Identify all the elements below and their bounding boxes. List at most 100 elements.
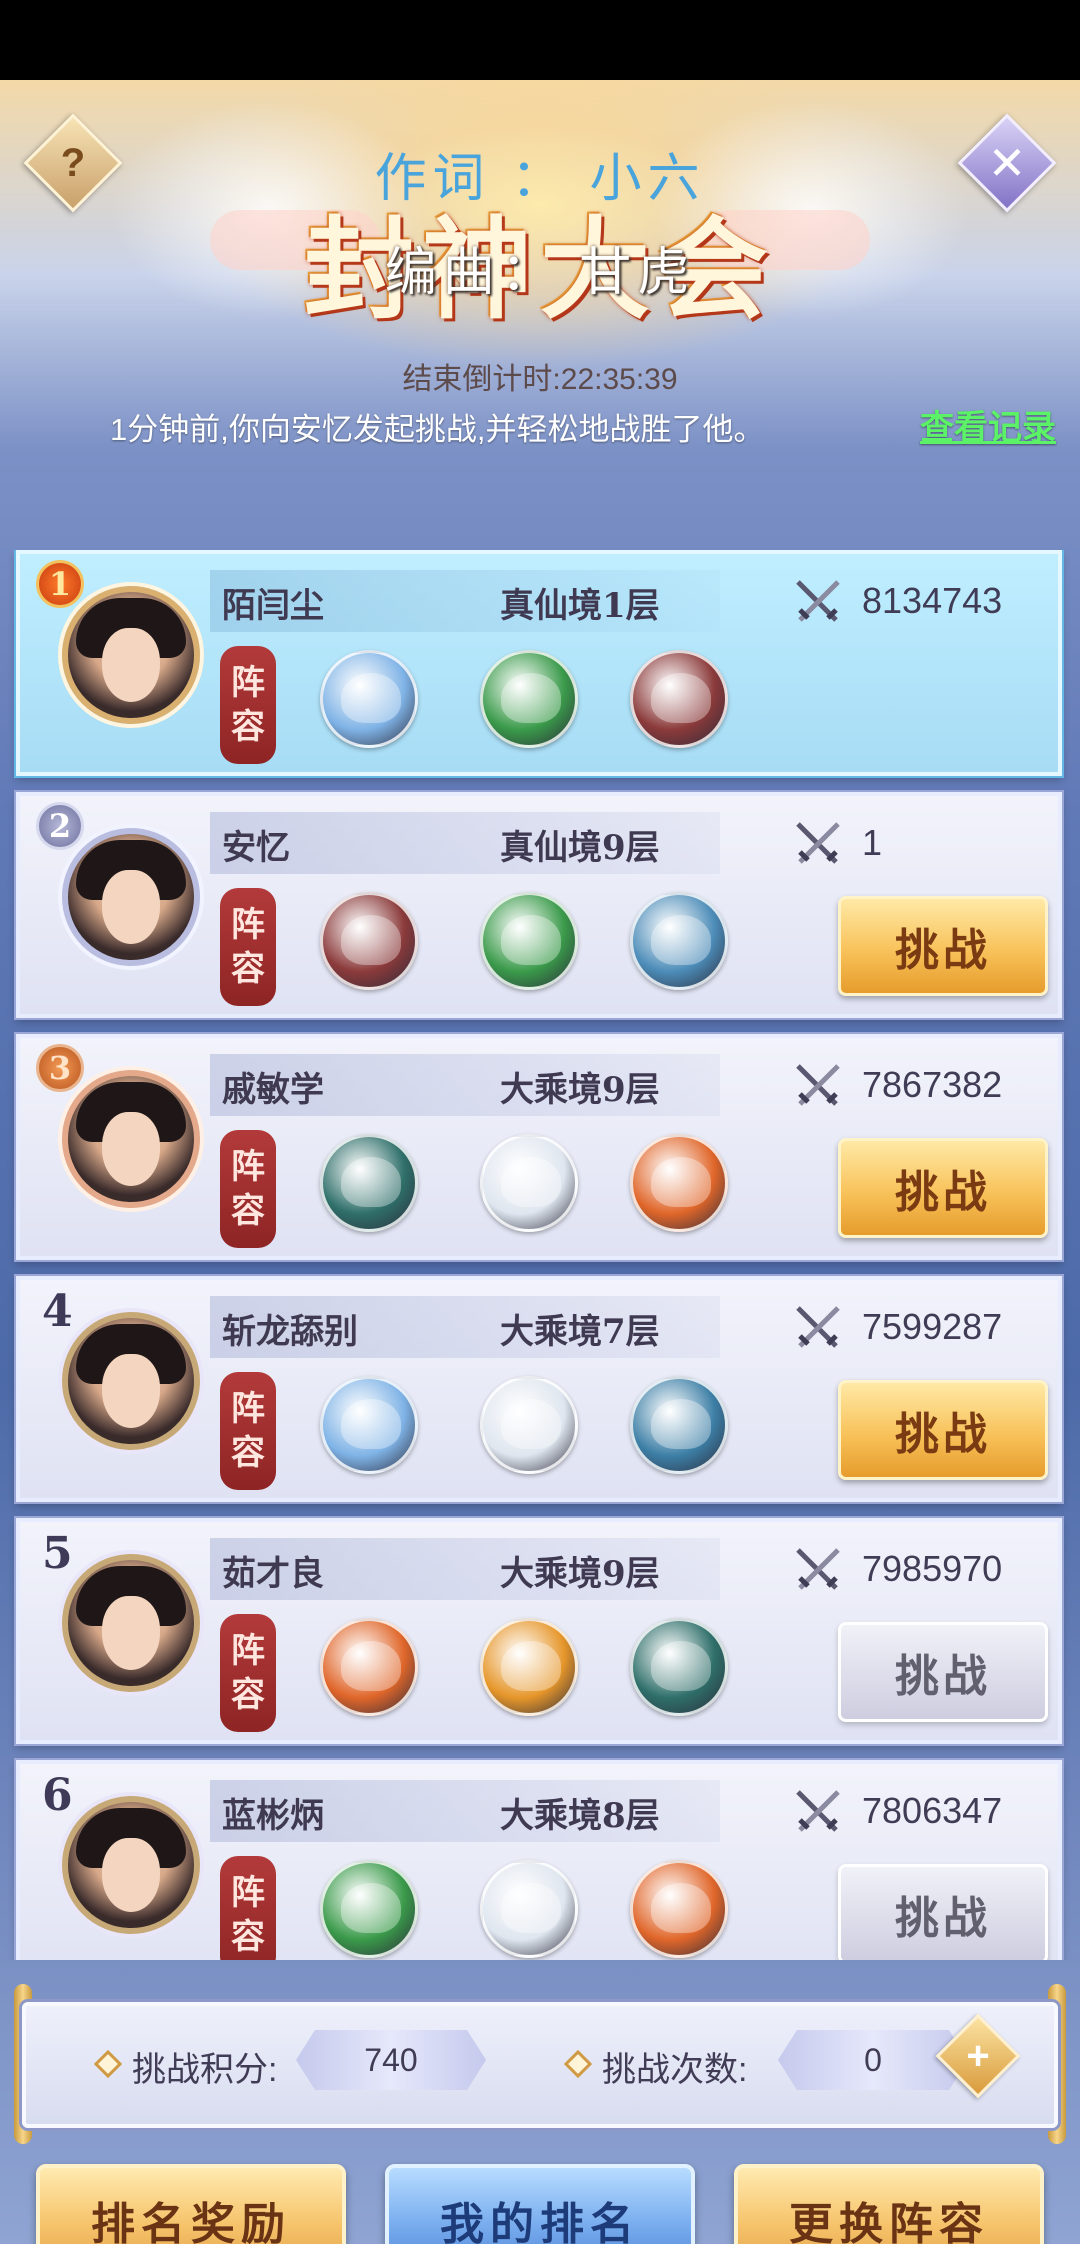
- player-realm: 大乘境9层: [500, 1070, 660, 1110]
- change-lineup-button[interactable]: 更换阵容: [734, 2164, 1044, 2244]
- rank-number: 6: [42, 1770, 73, 1821]
- player-realm: 大乘境9层: [500, 1554, 660, 1594]
- teal-dragon-pet-icon[interactable]: [630, 1618, 728, 1716]
- green-dragon-pet-icon[interactable]: [320, 1860, 418, 1958]
- lineup-tag-char: 阵: [231, 1631, 265, 1671]
- rank-number: 5: [42, 1528, 73, 1579]
- lineup-tag[interactable]: 阵 容: [220, 1372, 276, 1490]
- avatar-face: [102, 870, 160, 944]
- lineup-tag-char: 容: [231, 1917, 265, 1957]
- crossed-swords-icon: [796, 580, 840, 622]
- player-avatar[interactable]: [62, 1312, 200, 1450]
- player-name: 安忆: [222, 828, 290, 868]
- phoenix-pet-icon[interactable]: [630, 1134, 728, 1232]
- fire-dragon-pet-icon[interactable]: [320, 892, 418, 990]
- battle-power: 7806347: [862, 1790, 1003, 1831]
- ranking-card[interactable]: 1 陌闫尘 真仙境1层 8134743 阵 容: [16, 550, 1062, 776]
- player-realm: 大乘境8层: [500, 1796, 660, 1836]
- player-name: 戚敏学: [222, 1070, 324, 1110]
- player-avatar[interactable]: [62, 828, 200, 966]
- lineup-tag[interactable]: 阵 容: [220, 1130, 276, 1248]
- player-avatar[interactable]: [62, 1070, 200, 1208]
- crossed-swords-icon: [796, 822, 840, 864]
- composer-credit-line: 编曲： 甘虎: [384, 244, 696, 302]
- rank-reward-button[interactable]: 排名奖励: [36, 2164, 346, 2244]
- phoenix-pet-icon[interactable]: [320, 1618, 418, 1716]
- lineup-tag-char: 容: [231, 1433, 265, 1473]
- avatar-face: [102, 1596, 160, 1670]
- avatar-face: [102, 1112, 160, 1186]
- battle-notice: 1分钟前,你向安忆发起挑战,并轻松地战胜了他。: [110, 412, 765, 447]
- lineup-tag-char: 容: [231, 707, 265, 747]
- crossed-swords-icon: [796, 1790, 840, 1832]
- challenge-button[interactable]: 挑战: [838, 896, 1048, 996]
- score-label: 挑战积分:: [132, 2051, 278, 2089]
- green-dragon-pet-icon[interactable]: [480, 892, 578, 990]
- ranking-card[interactable]: 6 蓝彬炳 大乘境8层 7806347 阵 容 挑战: [16, 1760, 1062, 1960]
- ranking-card[interactable]: 2 安忆 真仙境9层 1 阵 容 挑战: [16, 792, 1062, 1018]
- lineup-tag-char: 阵: [231, 663, 265, 703]
- player-realm: 真仙境1层: [500, 586, 660, 626]
- ranking-card[interactable]: 4 斩龙舔别 大乘境7层 7599287 阵 容 挑战: [16, 1276, 1062, 1502]
- diamond-icon: [93, 2049, 123, 2079]
- player-avatar[interactable]: [62, 1796, 200, 1934]
- lineup-tag-char: 阵: [231, 1389, 265, 1429]
- lineup-tag-char: 阵: [231, 1147, 265, 1187]
- player-name: 蓝彬炳: [222, 1796, 324, 1836]
- challenge-button[interactable]: 挑战: [838, 1380, 1048, 1480]
- challenge-button[interactable]: 挑战: [838, 1622, 1048, 1722]
- challenge-button[interactable]: 挑战: [838, 1864, 1048, 1960]
- lineup-tag-char: 容: [231, 1191, 265, 1231]
- my-rank-button[interactable]: 我的排名: [385, 2164, 695, 2244]
- status-bar: [0, 0, 1080, 80]
- white-tiger-pet-icon[interactable]: [480, 1376, 578, 1474]
- view-record-link[interactable]: 查看记录: [920, 400, 1056, 449]
- crossed-swords-icon: [796, 1548, 840, 1590]
- lineup-tag[interactable]: 阵 容: [220, 1856, 276, 1960]
- lineup-tag-char: 容: [231, 949, 265, 989]
- player-avatar[interactable]: [62, 586, 200, 724]
- phoenix-pet-icon[interactable]: [630, 1860, 728, 1958]
- countdown-timer: 结束倒计时:22:35:39: [402, 363, 678, 396]
- count-label: 挑战次数:: [602, 2051, 748, 2089]
- lineup-tag-char: 阵: [231, 905, 265, 945]
- crossed-swords-icon: [796, 1064, 840, 1106]
- rank-badge: 3: [36, 1044, 84, 1092]
- fire-dragon-pet-icon[interactable]: [630, 650, 728, 748]
- player-realm: 真仙境9层: [500, 828, 660, 868]
- avatar-face: [102, 1354, 160, 1428]
- green-dragon-pet-icon[interactable]: [480, 650, 578, 748]
- lineup-tag[interactable]: 阵 容: [220, 646, 276, 764]
- player-name: 陌闫尘: [222, 586, 324, 626]
- lineup-tag[interactable]: 阵 容: [220, 888, 276, 1006]
- avatar-face: [102, 628, 160, 702]
- diamond-icon: [563, 2049, 593, 2079]
- ice-dragon-pet-icon[interactable]: [320, 1376, 418, 1474]
- ranking-card[interactable]: 3 戚敏学 大乘境9层 7867382 阵 容 挑战: [16, 1034, 1062, 1260]
- challenge-button[interactable]: 挑战: [838, 1138, 1048, 1238]
- ice-dragon-pet-icon[interactable]: [320, 650, 418, 748]
- white-tiger-pet-icon[interactable]: [480, 1860, 578, 1958]
- teal-dragon-pet-icon[interactable]: [320, 1134, 418, 1232]
- lyric-credit-line: 作词 ： 小六: [374, 150, 706, 208]
- golden-dragon-pet-icon[interactable]: [480, 1618, 578, 1716]
- white-tiger-pet-icon[interactable]: [480, 1134, 578, 1232]
- ranking-list[interactable]: 1 陌闫尘 真仙境1层 8134743 阵 容 2 安忆 真仙境9层 1 阵 容…: [0, 550, 1080, 1960]
- player-realm: 大乘境7层: [500, 1312, 660, 1352]
- avatar-face: [102, 1838, 160, 1912]
- score-value: 740: [296, 2030, 486, 2090]
- jade-dragon-pet-icon[interactable]: [630, 892, 728, 990]
- battle-power: 7985970: [862, 1548, 1003, 1589]
- lineup-tag[interactable]: 阵 容: [220, 1614, 276, 1732]
- player-name: 茹才良: [222, 1554, 324, 1594]
- player-name: 斩龙舔别: [222, 1312, 358, 1352]
- arena-screen: ? ✕ 封神大会 作词 ： 小六 编曲： 甘虎 结束倒计时:22:35:39 1…: [0, 80, 1080, 2244]
- player-avatar[interactable]: [62, 1554, 200, 1692]
- battle-power: 7867382: [862, 1064, 1003, 1105]
- plus-icon: +: [966, 2033, 990, 2078]
- lineup-tag-char: 阵: [231, 1873, 265, 1913]
- crossed-swords-icon: [796, 1306, 840, 1348]
- blue-whale-pet-icon[interactable]: [630, 1376, 728, 1474]
- battle-power: 8134743: [862, 580, 1003, 621]
- ranking-card[interactable]: 5 茹才良 大乘境9层 7985970 阵 容 挑战: [16, 1518, 1062, 1744]
